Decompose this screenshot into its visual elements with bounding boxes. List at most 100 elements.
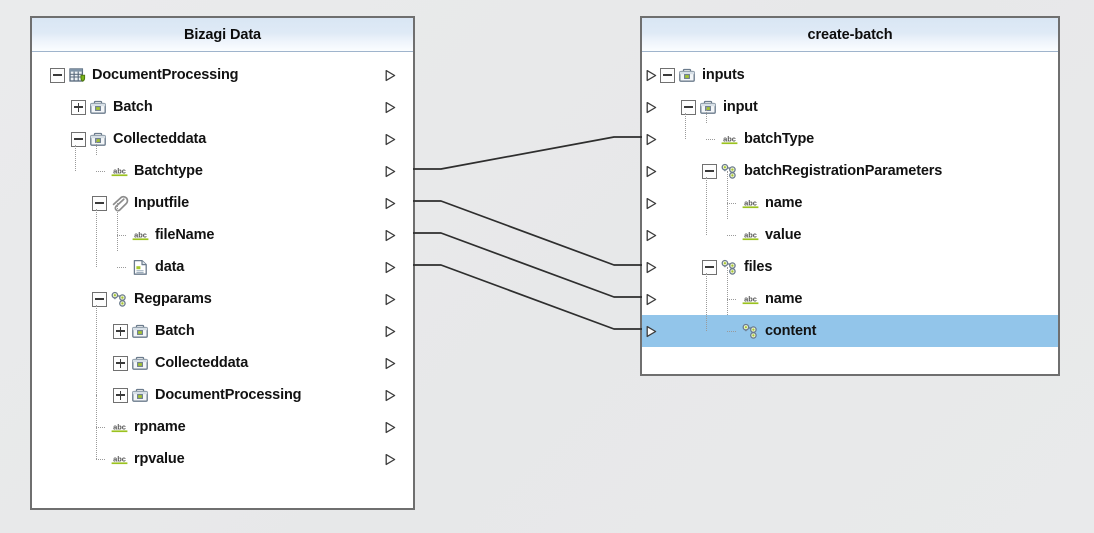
tree-row[interactable]: DocumentProcessing <box>32 59 413 91</box>
source-port-arrow[interactable] <box>384 197 397 210</box>
target-port-arrow[interactable] <box>645 325 658 338</box>
briefcase-icon <box>131 323 150 340</box>
tree-row-label: inputs <box>702 67 745 83</box>
tree-row[interactable]: Collecteddata <box>32 123 413 155</box>
svg-text:abc: abc <box>113 422 126 431</box>
tree-row[interactable]: abc rpname <box>32 395 413 443</box>
collapse-icon[interactable] <box>92 195 107 211</box>
target-port-arrow[interactable] <box>645 101 658 114</box>
source-port-arrow[interactable] <box>384 165 397 178</box>
tree-row[interactable]: Batch <box>32 91 413 123</box>
tree-row[interactable]: batchRegistrationParameters <box>642 155 1058 187</box>
tree-guide <box>723 267 739 315</box>
tree-guide <box>113 235 129 283</box>
tree-row[interactable]: abc fileName <box>32 203 413 251</box>
tree-row[interactable]: abc value <box>642 203 1058 251</box>
tree-row-label: Batch <box>155 323 195 339</box>
svg-text:abc: abc <box>113 166 126 175</box>
abc-string-icon: abc <box>720 131 739 148</box>
tree-row[interactable]: Regparams <box>32 283 413 315</box>
tree-row-label: Collecteddata <box>113 131 207 147</box>
target-port-arrow[interactable] <box>645 261 658 274</box>
tree-row[interactable]: abc name <box>642 267 1058 315</box>
expand-icon[interactable] <box>113 323 128 339</box>
tree-row[interactable]: abc rpvalue <box>32 427 413 475</box>
expand-icon[interactable] <box>113 355 128 371</box>
briefcase-icon <box>131 387 150 404</box>
tree-row-label: content <box>765 323 817 339</box>
tree-row[interactable]: inputs <box>642 59 1058 91</box>
source-port-arrow[interactable] <box>384 101 397 114</box>
collapse-icon[interactable] <box>71 131 86 147</box>
svg-text:abc: abc <box>744 198 757 207</box>
target-panel-header: create-batch <box>642 18 1058 52</box>
tree-trunk-line <box>96 209 97 267</box>
connector-line[interactable] <box>413 136 642 170</box>
tree-guide <box>723 203 739 251</box>
tree-row-label: batchRegistrationParameters <box>744 163 943 179</box>
abc-string-icon: abc <box>741 291 760 308</box>
target-port-arrow[interactable] <box>645 229 658 242</box>
tree-row[interactable]: Collecteddata <box>32 347 413 379</box>
target-service-panel: create-batch inputs input abc batchType batc… <box>640 16 1060 376</box>
collapse-icon[interactable] <box>50 67 65 83</box>
target-panel-title: create-batch <box>807 26 893 43</box>
target-port-arrow[interactable] <box>645 197 658 210</box>
target-port-arrow[interactable] <box>645 69 658 82</box>
expand-icon[interactable] <box>71 99 86 115</box>
tree-row[interactable]: data <box>32 235 413 283</box>
target-port-arrow[interactable] <box>645 293 658 306</box>
source-port-arrow[interactable] <box>384 325 397 338</box>
tree-row-label: Collecteddata <box>155 355 249 371</box>
abc-string-icon: abc <box>741 195 760 212</box>
expand-icon[interactable] <box>113 387 128 403</box>
source-port-arrow[interactable] <box>384 389 397 402</box>
target-tree: inputs input abc batchType batchRegistration… <box>642 52 1058 347</box>
tree-row[interactable]: Inputfile <box>32 187 413 219</box>
tree-row[interactable]: content <box>642 299 1058 347</box>
tree-row[interactable]: abc Batchtype <box>32 139 413 187</box>
source-port-arrow[interactable] <box>384 453 397 466</box>
tree-row[interactable]: input <box>642 91 1058 123</box>
tree-guide <box>723 171 739 219</box>
tree-row-label: name <box>765 291 803 307</box>
source-port-arrow[interactable] <box>384 421 397 434</box>
tree-row[interactable]: Batch <box>32 315 413 347</box>
source-port-arrow[interactable] <box>384 229 397 242</box>
briefcase-icon <box>89 131 108 148</box>
source-port-arrow[interactable] <box>384 293 397 306</box>
collapse-icon[interactable] <box>660 67 675 83</box>
target-port-arrow[interactable] <box>645 133 658 146</box>
collapse-icon[interactable] <box>681 99 696 115</box>
tree-row[interactable]: DocumentProcessing <box>32 379 413 411</box>
tree-guide <box>723 299 739 347</box>
collapse-icon[interactable] <box>702 163 717 179</box>
tree-row-label: rpname <box>134 419 186 435</box>
target-port-arrow[interactable] <box>645 165 658 178</box>
connector-line[interactable] <box>413 232 642 298</box>
tree-row-label: value <box>765 227 802 243</box>
tree-row[interactable]: abc name <box>642 171 1058 219</box>
briefcase-icon <box>678 67 697 84</box>
tree-row-label: Inputfile <box>134 195 190 211</box>
tree-row[interactable]: files <box>642 251 1058 283</box>
connector-line[interactable] <box>413 264 642 330</box>
source-port-arrow[interactable] <box>384 69 397 82</box>
source-port-arrow[interactable] <box>384 357 397 370</box>
collapse-icon[interactable] <box>92 291 107 307</box>
tree-trunk-line <box>706 177 707 235</box>
source-data-panel: Bizagi Data DocumentProcessing Batch Colle… <box>30 16 415 510</box>
tree-row-label: fileName <box>155 227 215 243</box>
tree-row-label: name <box>765 195 803 211</box>
document-icon <box>131 259 150 276</box>
source-port-arrow[interactable] <box>384 133 397 146</box>
tree-trunk-line <box>706 273 707 331</box>
connector-line[interactable] <box>413 200 642 266</box>
tree-guide <box>113 203 129 251</box>
abc-string-icon: abc <box>110 419 129 436</box>
source-port-arrow[interactable] <box>384 261 397 274</box>
tree-row-label: Batch <box>113 99 153 115</box>
collapse-icon[interactable] <box>702 259 717 275</box>
abc-string-icon: abc <box>110 163 129 180</box>
tree-row[interactable]: abc batchType <box>642 107 1058 155</box>
